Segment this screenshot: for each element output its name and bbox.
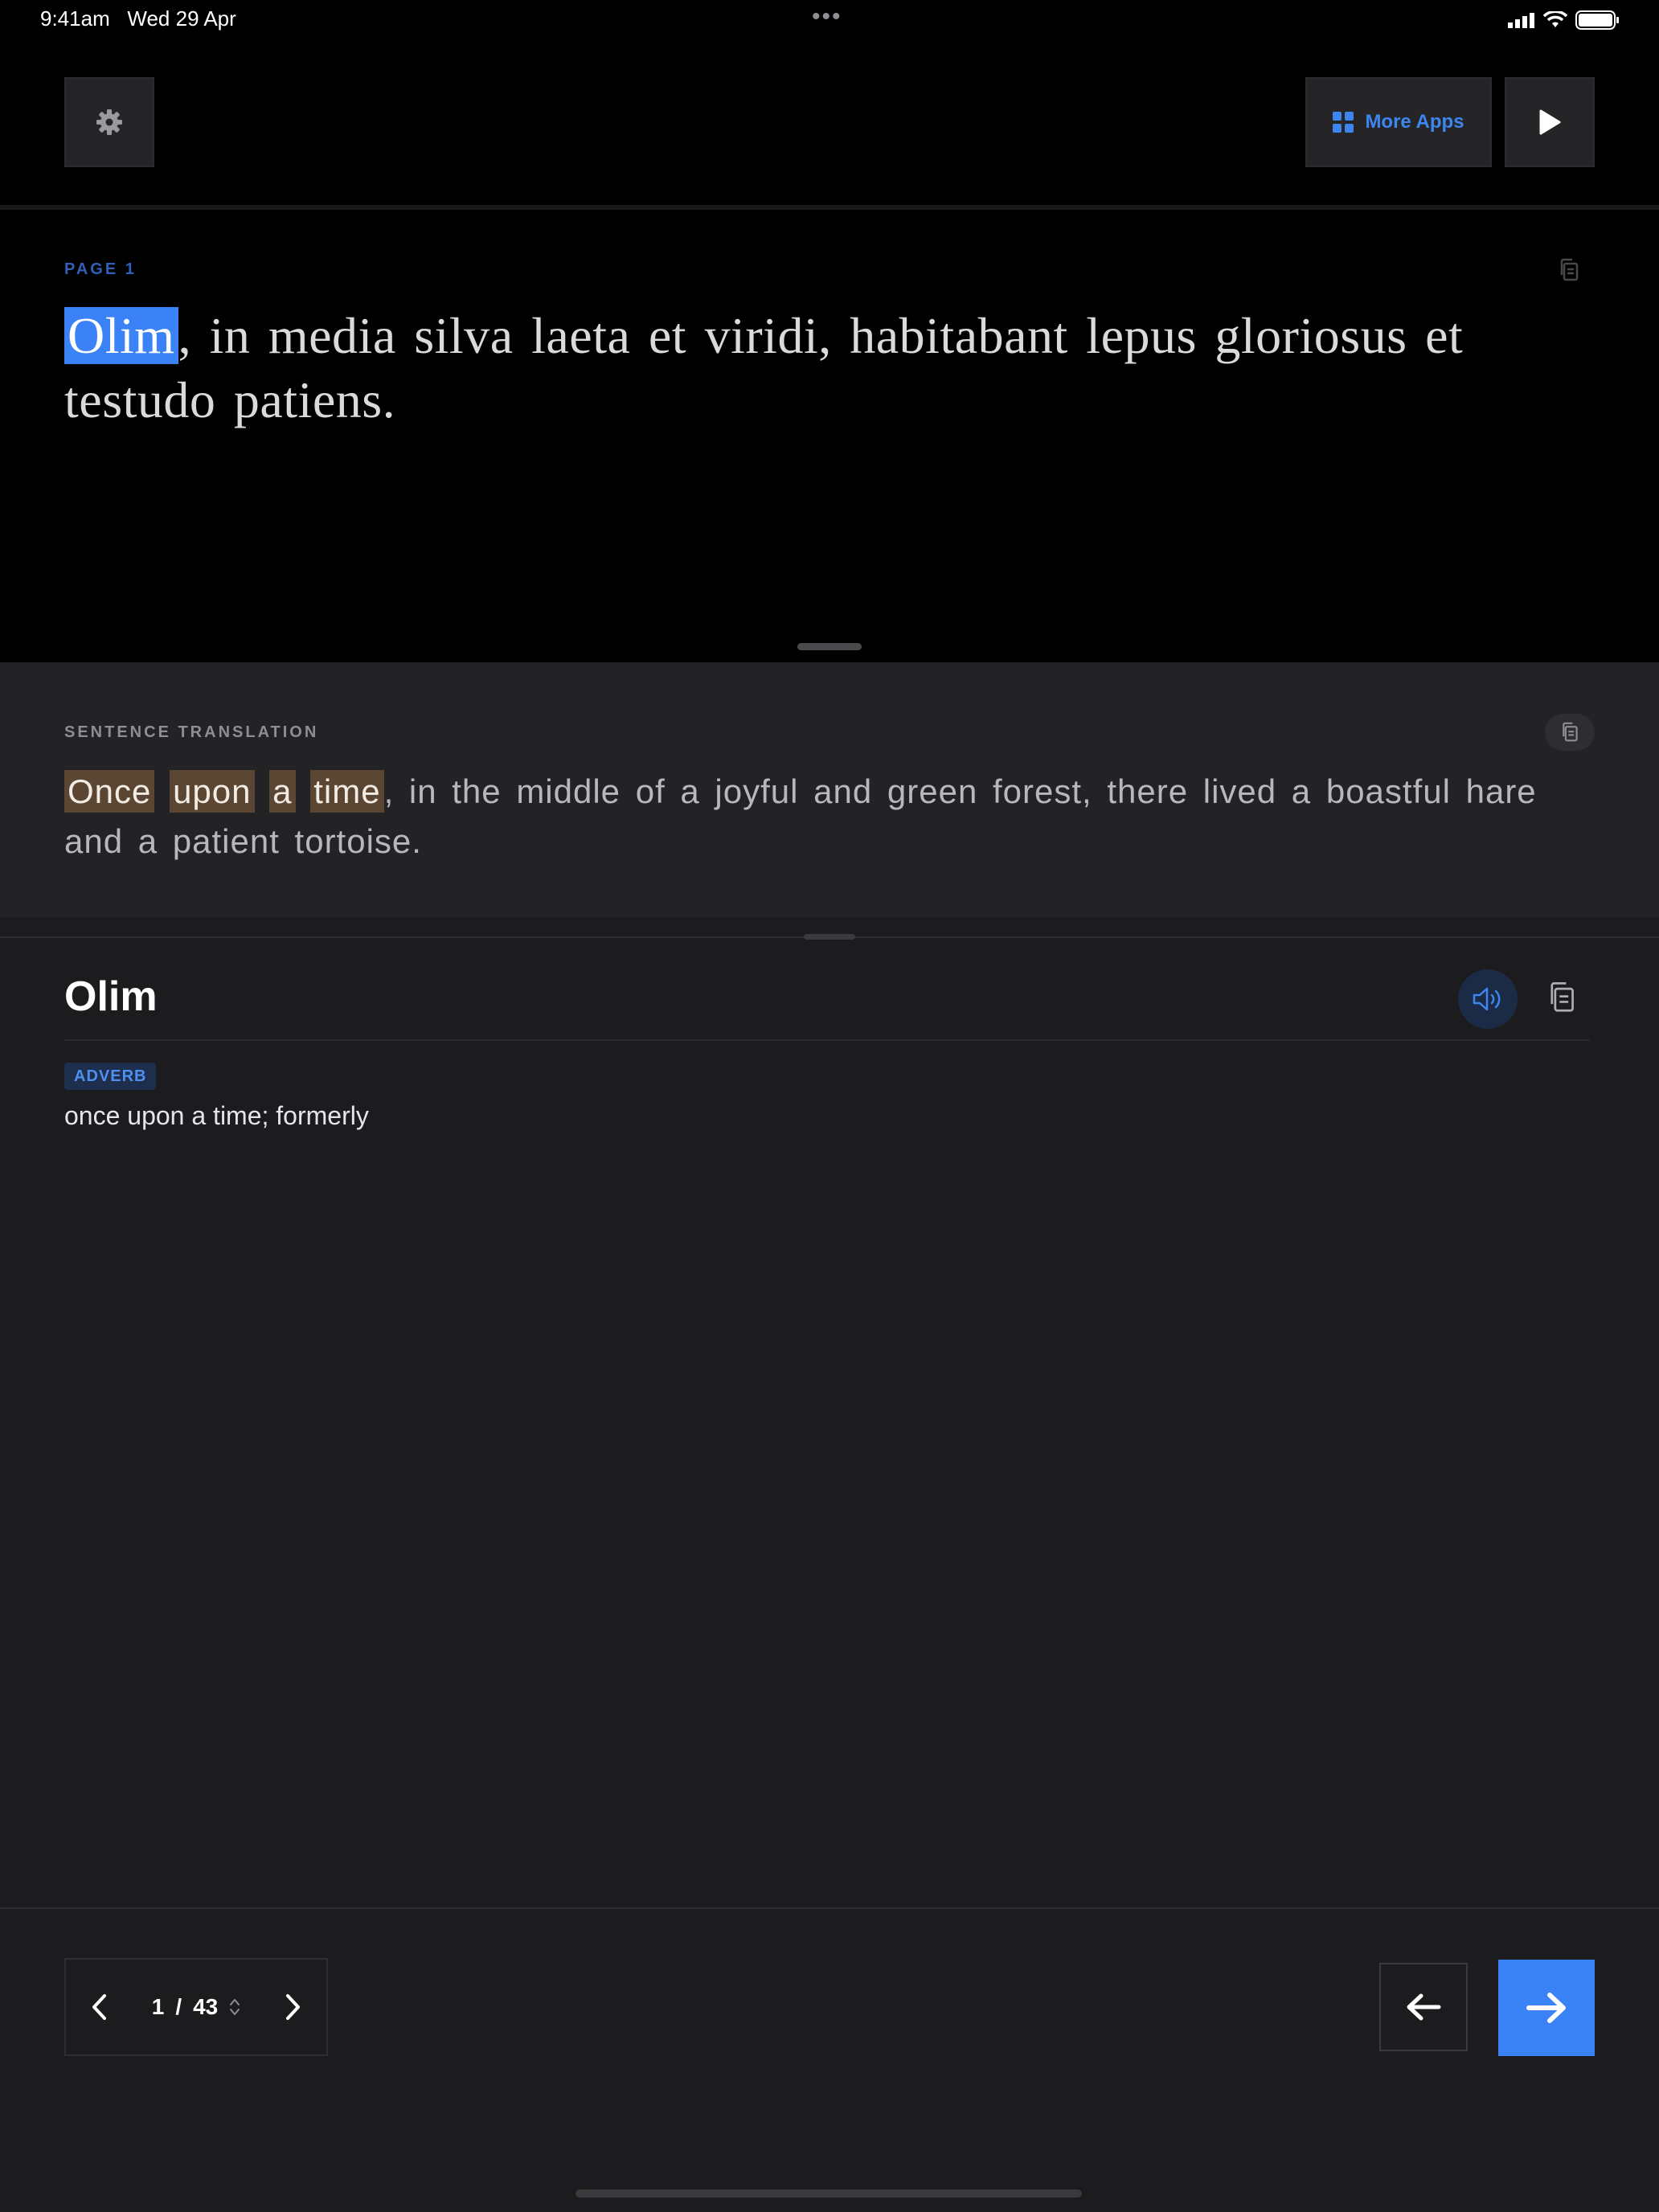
page-separator: / [175, 1994, 182, 2019]
arrow-right-icon [1526, 1993, 1566, 2023]
total-pages: 43 [193, 1994, 219, 2019]
selected-word[interactable]: Olim [64, 307, 178, 364]
home-indicator[interactable] [576, 2189, 1082, 2198]
page-label: PAGE 1 [64, 260, 137, 278]
copy-icon [1560, 258, 1579, 281]
grid-icon [1333, 112, 1354, 133]
sentence-text: Olim, in media silva laeta et viridi, ha… [64, 304, 1600, 432]
next-sentence-button[interactable] [1498, 1960, 1595, 2056]
highlighted-phrase-word[interactable]: Once [64, 770, 155, 813]
speaker-icon [1473, 987, 1501, 1011]
settings-button[interactable] [64, 77, 154, 167]
status-bar-clock: 9:41am Wed 29 Apr [40, 6, 236, 31]
copy-page-button[interactable] [1558, 257, 1580, 287]
resize-handle[interactable] [804, 934, 855, 940]
arrow-left-icon [1407, 1993, 1441, 2021]
page-navigator: 1 / 43 [64, 1958, 328, 2056]
page-selector[interactable]: 1 / 43 [152, 1994, 241, 2020]
translation-label: SENTENCE TRANSLATION [64, 723, 319, 741]
more-apps-button[interactable]: More Apps [1305, 77, 1492, 167]
current-page: 1 [151, 1994, 165, 2019]
part-of-speech-badge: ADVERB [64, 1063, 157, 1090]
status-icons [1508, 10, 1620, 31]
gear-icon [96, 109, 122, 135]
chevron-right-icon[interactable] [283, 1993, 302, 2021]
resize-handle[interactable] [797, 643, 862, 650]
status-date: Wed 29 Apr [127, 6, 236, 31]
signal-icon [1508, 13, 1534, 28]
highlighted-phrase-word[interactable]: upon [170, 770, 255, 813]
word-title: Olim [64, 973, 158, 1020]
wifi-icon [1543, 11, 1567, 27]
play-button[interactable] [1505, 77, 1595, 167]
detail-divider [64, 1039, 1590, 1041]
copy-icon [1550, 982, 1574, 1012]
sentence-rest[interactable]: , in media silva laeta et viridi, habita… [64, 307, 1463, 428]
battery-icon [1575, 10, 1619, 30]
highlighted-phrase-word[interactable]: time [310, 770, 384, 813]
previous-sentence-button[interactable] [1379, 1963, 1468, 2051]
copy-translation-button[interactable] [1545, 714, 1595, 751]
pronounce-button[interactable] [1458, 969, 1518, 1029]
toolbar-divider [0, 205, 1659, 210]
more-apps-label: More Apps [1365, 111, 1464, 133]
translation-text: Once upon a time, in the middle of a joy… [64, 767, 1583, 866]
chevron-left-icon[interactable] [90, 1993, 109, 2021]
highlighted-phrase-word[interactable]: a [269, 770, 296, 813]
status-time: 9:41am [40, 6, 110, 31]
copy-word-button[interactable] [1546, 979, 1577, 1020]
multitasking-dots[interactable]: ••• [812, 3, 842, 31]
play-icon [1539, 109, 1561, 135]
word-definition: once upon a time; formerly [64, 1101, 369, 1130]
footer-divider [0, 1907, 1659, 1909]
chevron-up-down-icon [230, 1999, 240, 2015]
copy-icon [1563, 722, 1578, 742]
